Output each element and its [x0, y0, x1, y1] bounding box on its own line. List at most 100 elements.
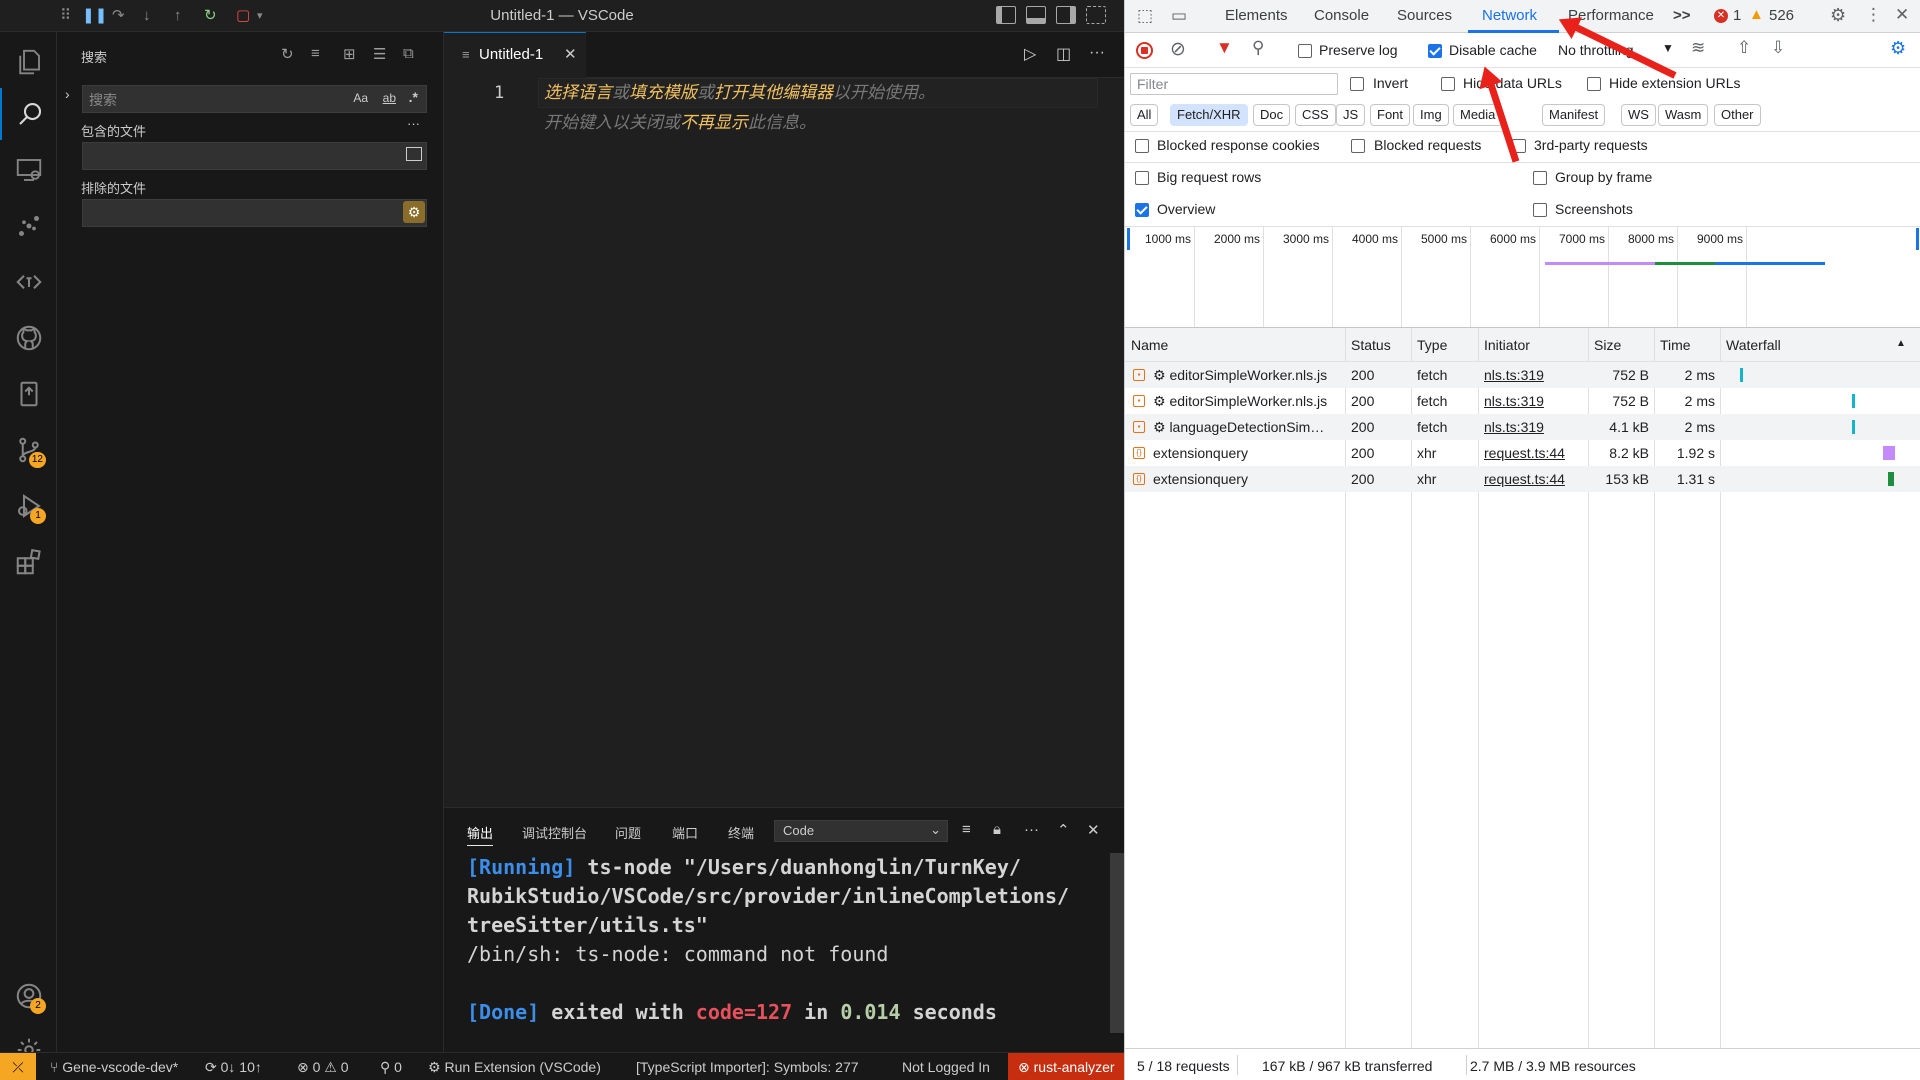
col-status[interactable]: Status [1351, 337, 1391, 353]
regex-icon[interactable]: .* [409, 89, 418, 105]
toggle-details-icon[interactable]: ··· [407, 116, 420, 131]
tab-debug-console[interactable]: 调试控制台 [522, 823, 587, 842]
export-har-icon[interactable]: ⇩ [1771, 38, 1785, 58]
chip-ws[interactable]: WS [1621, 104, 1656, 126]
toggle-replace-icon[interactable]: › [65, 86, 70, 102]
col-waterfall[interactable]: Waterfall [1726, 337, 1781, 353]
timeline-right-handle[interactable] [1916, 228, 1919, 250]
login-status[interactable]: Not Logged In [902, 1059, 990, 1075]
search-icon[interactable]: ⚲ [1252, 38, 1264, 58]
match-case-icon[interactable]: Aa [353, 91, 368, 105]
problems-status[interactable]: ⊗ 0 ⚠ 0 [297, 1059, 349, 1076]
cell-initiator[interactable]: nls.ts:319 [1484, 419, 1584, 435]
rust-analyzer-status[interactable]: ⊗ rust-analyzer [1008, 1053, 1124, 1080]
new-search-editor-icon[interactable]: ⊞ [343, 45, 356, 63]
close-panel-icon[interactable]: ✕ [1087, 821, 1100, 839]
remote-indicator-icon[interactable]: ⤫ [0, 1053, 36, 1080]
panel-scrollbar[interactable] [1110, 853, 1124, 1033]
toggle-secondary-sidebar-icon[interactable] [1056, 6, 1076, 24]
blocked-requests-checkbox[interactable] [1351, 139, 1365, 153]
use-exclude-settings-icon[interactable]: ⚙ [403, 201, 425, 223]
hide-extension-urls-checkbox[interactable] [1587, 77, 1601, 91]
network-settings-icon[interactable]: ⚙ [1890, 38, 1906, 59]
open-editors-only-icon[interactable] [406, 147, 422, 161]
tab-terminal[interactable]: 终端 [728, 823, 754, 842]
customize-layout-icon[interactable] [1086, 6, 1106, 24]
sync-status[interactable]: ⟳ 0↓ 10↑ [205, 1059, 262, 1076]
disable-cache-checkbox[interactable] [1428, 44, 1442, 58]
source-control-button[interactable]: 12 [0, 424, 57, 476]
chip-wasm[interactable]: Wasm [1658, 104, 1709, 126]
filter-icon[interactable]: ▼ [1216, 38, 1233, 58]
cell-initiator[interactable]: nls.ts:319 [1484, 393, 1584, 409]
network-conditions-icon[interactable]: ≋ [1691, 38, 1705, 58]
close-devtools-icon[interactable]: ✕ [1895, 5, 1909, 25]
preserve-log-checkbox[interactable] [1298, 44, 1312, 58]
col-size[interactable]: Size [1594, 337, 1621, 353]
invert-checkbox[interactable] [1350, 77, 1364, 91]
hint-select-language-link[interactable]: 选择语言 [544, 83, 612, 102]
refresh-icon[interactable]: ↻ [281, 45, 294, 63]
table-row[interactable]: {} extensionquery 200 xhr request.ts:44 8.2 k… [1125, 440, 1920, 466]
exclude-files-input[interactable]: ⚙ [82, 199, 427, 227]
col-name[interactable]: Name [1131, 337, 1168, 353]
table-row[interactable]: {} extensionquery 200 xhr request.ts:44 153 k… [1125, 466, 1920, 492]
tab-network[interactable]: Network [1482, 7, 1537, 24]
import-har-icon[interactable]: ⇧ [1737, 38, 1751, 58]
collapse-all-icon[interactable]: ⧉ [403, 45, 414, 62]
hint-fill-template-link[interactable]: 填充模版 [629, 83, 697, 102]
blocked-cookies-checkbox[interactable] [1135, 139, 1149, 153]
tab-untitled-1[interactable]: ≡ Untitled-1 ✕ [444, 32, 586, 78]
run-code-icon[interactable]: ▷ [1024, 44, 1036, 64]
clear-icon[interactable]: ⊘ [1170, 38, 1186, 61]
more-actions-icon[interactable]: ··· [1024, 821, 1039, 838]
chevron-down-icon[interactable]: ▼ [1662, 41, 1674, 55]
col-type[interactable]: Type [1417, 337, 1447, 353]
tab-elements[interactable]: Elements [1225, 7, 1288, 24]
table-row[interactable]: ▪ ⚙ editorSimpleWorker.nls.js 200 fetch nls.… [1125, 362, 1920, 388]
cell-initiator[interactable]: request.ts:44 [1484, 445, 1584, 461]
maximize-panel-icon[interactable]: ⌃ [1057, 821, 1070, 839]
filter-input[interactable]: Filter [1130, 73, 1338, 95]
cell-initiator[interactable]: nls.ts:319 [1484, 367, 1584, 383]
lock-icon[interactable]: 🔒︎ [993, 821, 1001, 838]
chip-font[interactable]: Font [1370, 104, 1411, 126]
big-rows-checkbox[interactable] [1135, 171, 1149, 185]
chip-all[interactable]: All [1130, 104, 1159, 126]
run-extension-status[interactable]: ⚙ Run Extension (VSCode) [428, 1059, 601, 1076]
table-row[interactable]: ▪ ⚙ editorSimpleWorker.nls.js 200 fetch nls.… [1125, 388, 1920, 414]
view-as-tree-icon[interactable]: ☰ [373, 45, 386, 63]
ts-importer-status[interactable]: [TypeScript Importer]: Symbols: 277 [636, 1059, 859, 1075]
toggle-sidebar-icon[interactable] [996, 6, 1016, 24]
sort-ascending-icon[interactable]: ▲ [1896, 338, 1906, 349]
close-icon[interactable]: ✕ [564, 33, 577, 77]
explorer-button[interactable] [0, 36, 57, 88]
col-time[interactable]: Time [1660, 337, 1691, 353]
chip-doc[interactable]: Doc [1253, 104, 1291, 126]
screenshots-checkbox[interactable] [1533, 203, 1547, 217]
chip-img[interactable]: Img [1413, 104, 1449, 126]
split-editor-icon[interactable]: ◫ [1056, 44, 1071, 64]
chip-js[interactable]: JS [1336, 104, 1366, 126]
extensions-button[interactable] [0, 536, 57, 588]
ports-status[interactable]: ⚲ 0 [380, 1059, 402, 1076]
tags-button[interactable] [0, 256, 57, 308]
col-initiator[interactable]: Initiator [1484, 337, 1530, 353]
include-files-input[interactable] [82, 142, 427, 170]
overview-checkbox[interactable] [1135, 203, 1149, 217]
chip-fetch-xhr[interactable]: Fetch/XHR [1170, 104, 1248, 126]
group-by-frame-checkbox[interactable] [1533, 171, 1547, 185]
timeline-left-handle[interactable] [1127, 228, 1130, 250]
inspect-element-icon[interactable]: ⬚ [1137, 6, 1153, 26]
tab-problems[interactable]: 问题 [615, 823, 641, 842]
overview-timeline[interactable]: 1000 ms 2000 ms 3000 ms 4000 ms 5000 ms 6000 … [1125, 227, 1920, 328]
table-row[interactable]: ▪ ⚙ languageDetectionSim… 200 fetch nls.ts:3… [1125, 414, 1920, 440]
settings-gear-icon[interactable]: ⚙ [1830, 5, 1846, 26]
search-button[interactable] [0, 88, 57, 140]
more-tabs-icon[interactable]: >> [1673, 7, 1691, 24]
github-button[interactable] [0, 312, 57, 364]
remote-explorer-button[interactable] [0, 144, 57, 196]
toggle-panel-icon[interactable] [1026, 6, 1046, 24]
chip-other[interactable]: Other [1714, 104, 1761, 126]
search-input[interactable]: 搜索 Aa ab .* [82, 85, 427, 113]
